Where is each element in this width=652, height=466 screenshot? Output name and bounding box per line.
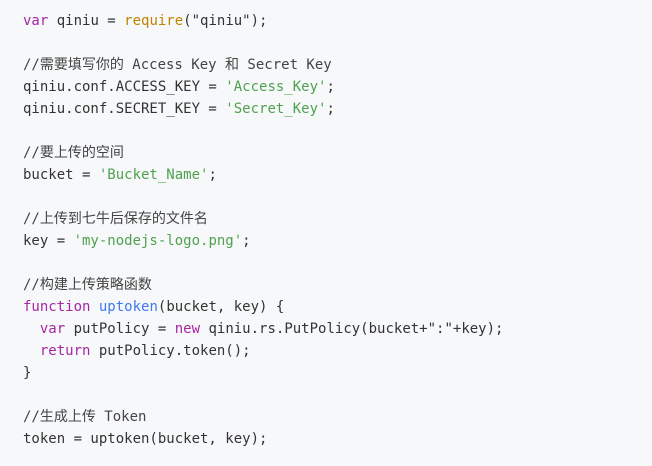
code-token: 'Access_Key'	[225, 79, 327, 95]
code-line: return putPolicy.token();	[23, 340, 652, 362]
code-line: //构建上传策略函数	[23, 274, 652, 296]
code-token: qiniu =	[48, 13, 125, 29]
code-token: 'Secret_Key'	[225, 101, 327, 117]
code-token: function	[23, 299, 91, 315]
code-token: uptoken	[98, 299, 158, 315]
code-token: new	[174, 321, 201, 337]
code-token: var	[39, 321, 66, 337]
code-line: qiniu.conf.ACCESS_KEY = 'Access_Key';	[23, 76, 652, 98]
code-token: ;	[326, 79, 335, 95]
code-line: var qiniu = require("qiniu");	[23, 10, 652, 32]
code-token: key =	[23, 233, 74, 249]
code-token: ;	[208, 167, 217, 183]
code-line: qiniu.conf.SECRET_KEY = 'Secret_Key';	[23, 98, 652, 120]
code-token: //构建上传策略函数	[23, 277, 152, 293]
code-line: key = 'my-nodejs-logo.png';	[23, 230, 652, 252]
code-line: //生成上传 Token	[23, 406, 652, 428]
code-line: //要上传的空间	[23, 142, 652, 164]
code-token: return	[39, 343, 91, 359]
code-token: putPolicy =	[65, 321, 175, 337]
code-token: qiniu.conf.SECRET_KEY =	[23, 101, 226, 117]
code-line: //上传到七牛后保存的文件名	[23, 208, 652, 230]
code-token: 'Bucket_Name'	[98, 167, 209, 183]
code-token: 'my-nodejs-logo.png'	[73, 233, 243, 249]
code-token: ;	[242, 233, 251, 249]
code-token: putPolicy.token();	[90, 343, 251, 359]
code-line: var putPolicy = new qiniu.rs.PutPolicy(b…	[23, 318, 652, 340]
code-token: }	[23, 365, 32, 381]
code-token: var	[23, 13, 49, 29]
code-token: qiniu.conf.ACCESS_KEY =	[23, 79, 226, 95]
code-token: //要上传的空间	[23, 145, 124, 161]
code-line: token = uptoken(bucket, key);	[23, 428, 652, 450]
code-token: (bucket, key) {	[157, 299, 285, 315]
code-line: bucket = 'Bucket_Name';	[23, 164, 652, 186]
code-token: ;	[326, 101, 335, 117]
code-token: //上传到七牛后保存的文件名	[23, 211, 208, 227]
code-token: qiniu.rs.PutPolicy(bucket+":"+key);	[200, 321, 504, 337]
code-token: token = uptoken(bucket, key);	[23, 431, 268, 447]
code-token: require	[124, 13, 184, 29]
code-token: bucket =	[23, 167, 99, 183]
code-token: //生成上传 Token	[23, 409, 147, 425]
code-line: }	[23, 362, 652, 384]
code-line: //需要填写你的 Access Key 和 Secret Key	[23, 54, 652, 76]
code-line: function uptoken(bucket, key) {	[23, 296, 652, 318]
code-token: //需要填写你的 Access Key 和 Secret Key	[23, 57, 332, 73]
code-token: ("qiniu");	[183, 13, 268, 29]
code-block: var qiniu = require("qiniu"); //需要填写你的 A…	[0, 0, 652, 466]
